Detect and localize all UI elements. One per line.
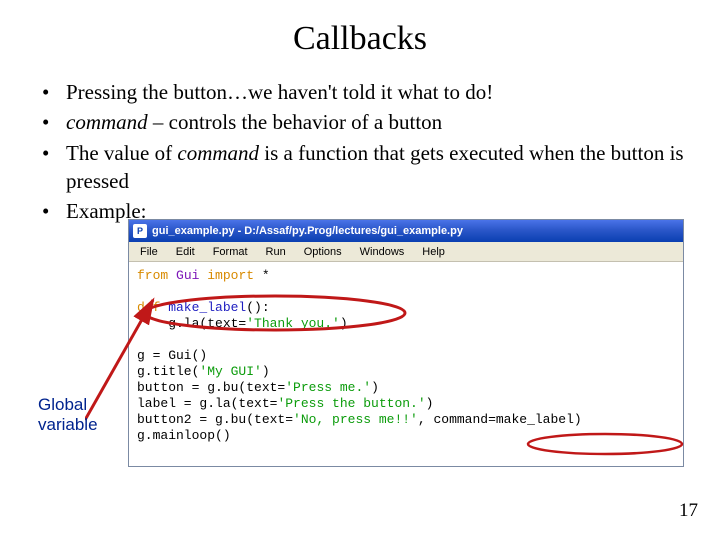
menu-windows[interactable]: Windows xyxy=(351,244,414,260)
bullet-list: Pressing the button…we haven't told it w… xyxy=(24,78,696,226)
menu-format[interactable]: Format xyxy=(204,244,257,260)
window-titlebar: P gui_example.py - D:/Assaf/py.Prog/lect… xyxy=(129,220,683,242)
code-l11: g.mainloop() xyxy=(137,428,231,443)
menu-help[interactable]: Help xyxy=(413,244,454,260)
bullet-1: Pressing the button…we haven't told it w… xyxy=(42,78,696,106)
code-l10-str: 'No, press me!!' xyxy=(293,412,418,427)
python-icon: P xyxy=(133,224,147,238)
code-editor-window: P gui_example.py - D:/Assaf/py.Prog/lect… xyxy=(128,219,684,467)
bullet-2: command – controls the behavior of a but… xyxy=(42,108,696,136)
annotation-line1: Global xyxy=(38,395,87,414)
code-l4b: ) xyxy=(340,316,348,331)
bullet-2-text: – controls the behavior of a button xyxy=(148,110,443,134)
code-l8b: ) xyxy=(371,380,379,395)
bullet-3: The value of command is a function that … xyxy=(42,139,696,196)
code-l10b: , command=make_label) xyxy=(418,412,582,427)
window-title-text: gui_example.py - D:/Assaf/py.Prog/lectur… xyxy=(152,225,679,237)
menu-edit[interactable]: Edit xyxy=(167,244,204,260)
code-l7a: g.title( xyxy=(137,364,199,379)
code-area[interactable]: from Gui import * def make_label(): g.la… xyxy=(129,262,683,466)
slide-title: Callbacks xyxy=(24,20,696,58)
code-l8-str: 'Press me.' xyxy=(285,380,371,395)
code-l9b: ) xyxy=(426,396,434,411)
code-kw-import: import xyxy=(207,268,254,283)
bullet-2-em: command xyxy=(66,110,148,134)
code-fn-name: make_label xyxy=(160,300,246,315)
code-l8a: button = g.bu(text= xyxy=(137,380,285,395)
annotation-line2: variable xyxy=(38,415,98,434)
code-l7-str: 'My GUI' xyxy=(199,364,261,379)
bullet-3-em: command xyxy=(177,141,259,165)
code-l9a: label = g.la(text= xyxy=(137,396,277,411)
menu-options[interactable]: Options xyxy=(295,244,351,260)
menu-file[interactable]: File xyxy=(131,244,167,260)
code-l7b: ) xyxy=(262,364,270,379)
code-l9-str: 'Press the button.' xyxy=(277,396,425,411)
code-fn-paren: (): xyxy=(246,300,269,315)
page-number: 17 xyxy=(679,500,698,522)
code-l10a: button2 = g.bu(text= xyxy=(137,412,293,427)
code-l4-str: 'Thank you.' xyxy=(246,316,340,331)
bullet-3-pre: The value of xyxy=(66,141,177,165)
code-star: * xyxy=(254,268,270,283)
code-l4a: g.la(text= xyxy=(137,316,246,331)
code-kw-from: from xyxy=(137,268,168,283)
code-l6: g = Gui() xyxy=(137,348,207,363)
annotation-label: Global variable xyxy=(38,395,98,434)
menu-run[interactable]: Run xyxy=(257,244,295,260)
code-kw-def: def xyxy=(137,300,160,315)
bullet-1-text: Pressing the button…we haven't told it w… xyxy=(66,80,493,104)
code-mod: Gui xyxy=(168,268,207,283)
menubar: File Edit Format Run Options Windows Hel… xyxy=(129,242,683,262)
